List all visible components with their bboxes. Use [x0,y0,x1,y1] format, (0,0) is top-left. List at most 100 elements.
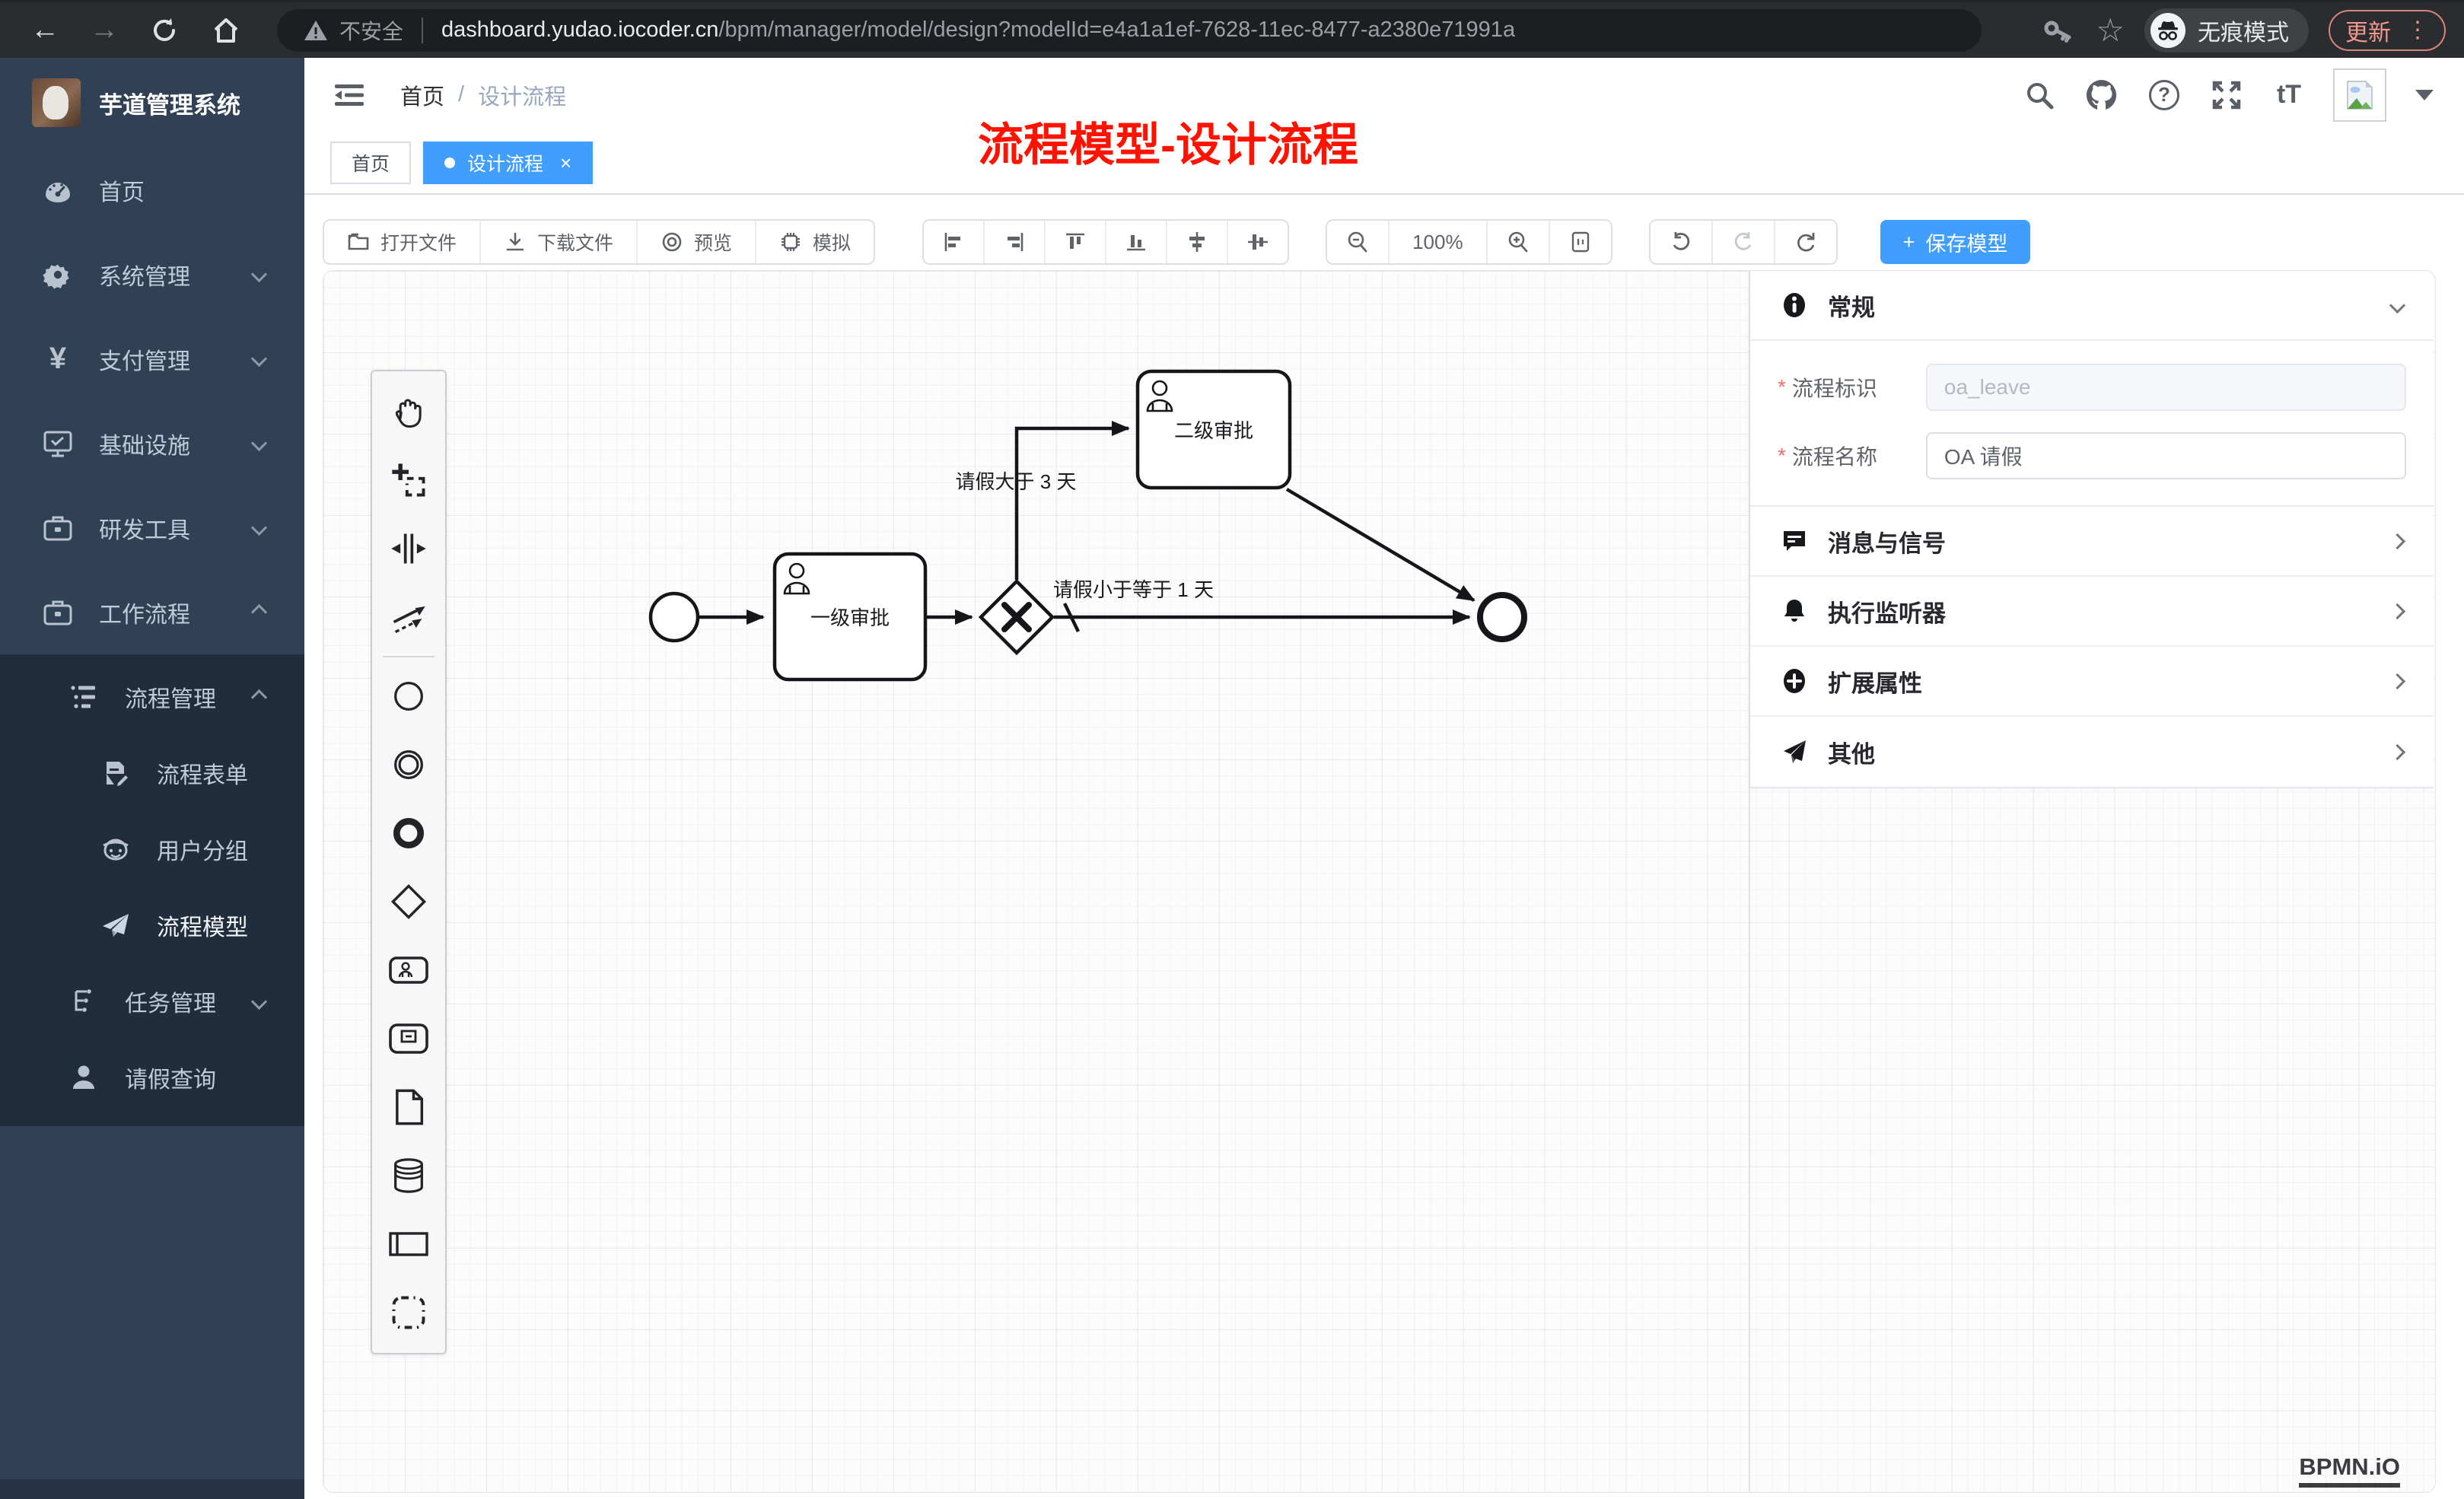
breadcrumb-current: 设计流程 [478,79,566,111]
align-bottom-button[interactable] [1106,221,1167,263]
breadcrumb-home[interactable]: 首页 [400,79,444,111]
align-horizontal-center-button[interactable] [1228,221,1288,263]
zoom-in-button[interactable] [1488,221,1550,263]
sidebar-item-process-form[interactable]: 流程表单 [0,735,304,811]
plus-icon: + [1903,231,1915,254]
flow-gateway-to-task2[interactable] [1017,428,1129,580]
bpmn-canvas[interactable]: 一级审批 二级审批 请假大于 3 天 请假小于等于 1 天 常规 * 流 [323,270,2436,1493]
breadcrumb-separator: / [458,82,464,107]
section-execution-listener[interactable]: 执行监听器 [1750,577,2434,647]
sidebar-item-user-group[interactable]: 用户分组 [0,811,304,887]
browser-forward-button[interactable]: → [90,14,119,46]
section-general[interactable]: 常规 [1750,271,2434,339]
github-icon[interactable] [2084,77,2120,113]
bpmn-io-logo[interactable]: BPMN.iO [2299,1453,2400,1488]
paper-plane-icon [100,910,131,940]
process-key-row: * 流程标识 [1778,364,2406,411]
restart-button[interactable] [1775,221,1836,263]
align-right-button[interactable] [985,221,1046,263]
open-file-button[interactable]: 打开文件 [324,221,481,263]
sidebar-item-task-mgmt[interactable]: 任务管理 [0,963,304,1039]
update-button[interactable]: 更新 ⋮ [2329,10,2446,51]
process-name-input[interactable] [1926,432,2406,479]
zoom-out-button[interactable] [1327,221,1390,263]
address-bar[interactable]: 不安全 dashboard.yudao.iocoder.cn /bpm/mana… [277,9,1982,52]
sidebar-item-label: 任务管理 [125,985,228,1018]
browser-back-button[interactable]: ← [30,14,59,46]
fullscreen-icon[interactable] [2208,77,2245,113]
monitor-check-icon [43,428,73,459]
sidebar-item-infra[interactable]: 基础设施 [0,401,304,485]
chevron-down-icon [251,266,267,282]
align-top-button[interactable] [1046,221,1106,263]
chevron-up-icon [251,604,267,620]
avatar[interactable] [2333,68,2386,122]
undo-button[interactable] [1651,221,1713,263]
flow-task2-to-end[interactable] [1287,489,1474,600]
download-file-button[interactable]: 下载文件 [481,221,638,263]
app-logo-row[interactable]: 芋道管理系统 [0,58,304,148]
browser-home-button[interactable] [210,14,242,46]
flow-label-le1: 请假小于等于 1 天 [1052,575,1215,601]
simulate-button[interactable]: 模拟 [756,221,874,263]
history-button-group [1649,219,1838,265]
warning-icon [303,18,329,43]
bookmark-star-icon[interactable]: ☆ [2096,11,2125,49]
zoom-button-group: 100% [1326,219,1612,265]
start-event[interactable] [651,594,698,641]
font-size-icon[interactable]: tT [2271,77,2307,113]
search-icon[interactable] [2021,77,2058,113]
plus-circle-icon [1781,667,1808,695]
zoom-level[interactable]: 100% [1390,221,1488,263]
task1-label: 一级审批 [775,554,925,679]
sidebar-item-payment[interactable]: ¥ 支付管理 [0,317,304,401]
send-icon [1781,738,1808,765]
align-vertical-center-button[interactable] [1167,221,1228,263]
sidebar-toggle-icon[interactable] [332,80,367,110]
sidebar-item-label: 工作流程 [99,596,228,629]
general-fields: * 流程标识 * 流程名称 [1750,339,2434,507]
process-key-input[interactable] [1926,364,2406,411]
app-title: 芋道管理系统 [99,86,240,120]
face-icon [100,835,131,864]
preview-button[interactable]: 预览 [638,221,756,263]
end-event[interactable] [1480,595,1524,639]
chevron-right-icon [2389,533,2405,549]
sidebar: 芋道管理系统 首页 系统管理 ¥ 支付管理 基础设施 [0,58,304,1499]
sidebar-item-devtools[interactable]: 研发工具 [0,485,304,570]
sidebar-item-leave-query[interactable]: 请假查询 [0,1039,304,1115]
sidebar-item-workflow[interactable]: 工作流程 [0,570,304,654]
flow-tree-icon [68,988,99,1015]
tab-home[interactable]: 首页 [330,142,411,184]
avatar-dropdown-caret[interactable] [2415,90,2434,100]
sidebar-item-label: 研发工具 [99,511,228,545]
file-button-group: 打开文件 下载文件 预览 模拟 [323,219,875,265]
sidebar-item-home[interactable]: 首页 [0,148,304,232]
sidebar-item-system[interactable]: 系统管理 [0,232,304,317]
sidebar-item-process-mgmt[interactable]: 流程管理 [0,659,304,735]
tab-close-icon[interactable]: × [560,151,571,175]
fit-viewport-button[interactable] [1550,221,1611,263]
security-label[interactable]: 不安全 [339,15,403,46]
redo-button[interactable] [1713,221,1775,263]
help-icon[interactable]: ? [2146,77,2182,113]
browser-menu-dots-icon[interactable]: ⋮ [2406,17,2429,43]
chevron-down-icon [251,351,267,367]
incognito-badge[interactable]: 无痕模式 [2144,8,2309,53]
sidebar-item-label: 流程模型 [157,909,304,942]
section-other[interactable]: 其他 [1750,717,2434,787]
designer-toolbar: 打开文件 下载文件 预览 模拟 [323,218,2030,266]
tab-design-process[interactable]: 设计流程 × [423,142,593,184]
section-extended-attrs[interactable]: 扩展属性 [1750,647,2434,717]
sidebar-collapse-bar[interactable] [0,1479,304,1499]
dashboard-icon [43,175,73,205]
tree-list-icon [68,683,99,711]
url-divider [422,18,423,43]
section-messages-signals[interactable]: 消息与信号 [1750,507,2434,577]
browser-refresh-button[interactable] [149,15,180,46]
save-model-button[interactable]: + 保存模型 [1880,220,2031,264]
align-left-button[interactable] [924,221,985,263]
breadcrumb: 首页 / 设计流程 [400,79,566,111]
password-key-icon[interactable] [2039,12,2076,49]
sidebar-item-process-model[interactable]: 流程模型 [0,887,304,963]
